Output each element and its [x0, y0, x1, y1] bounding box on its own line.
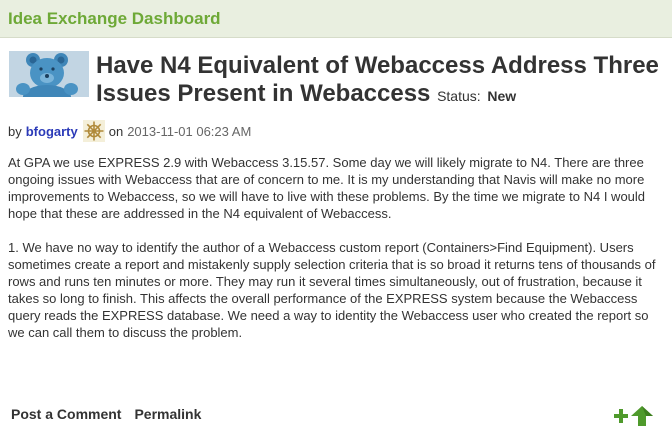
post-date: 2013-11-01 06:23 AM — [127, 123, 252, 139]
plus-arrow-icon[interactable] — [612, 402, 654, 428]
header-bar: Idea Exchange Dashboard — [0, 0, 672, 38]
teddy-bear-avatar-icon — [9, 51, 89, 97]
post-body: At GPA we use EXPRESS 2.9 with Webaccess… — [8, 154, 663, 358]
author-link[interactable]: bfogarty — [26, 124, 78, 139]
post-title: Have N4 Equivalent of Webaccess Address … — [96, 52, 666, 110]
post-comment-link[interactable]: Post a Comment — [11, 406, 121, 422]
byline: by bfogarty on 2013-11-01 06:23 AM — [8, 120, 251, 142]
status-value: New — [487, 88, 517, 104]
dashboard-title-link[interactable]: Idea Exchange Dashboard — [8, 9, 221, 29]
byline-prefix: by — [8, 123, 22, 139]
ship-wheel-icon — [82, 120, 105, 142]
date-prefix: on — [108, 123, 124, 139]
status-label: Status: — [437, 88, 481, 104]
body-paragraph: At GPA we use EXPRESS 2.9 with Webaccess… — [8, 155, 646, 221]
footer-links: Post a Comment Permalink — [11, 406, 201, 422]
body-paragraph: 1. We have no way to identify the author… — [8, 240, 656, 340]
permalink-link[interactable]: Permalink — [134, 406, 201, 422]
post-title-text: Have N4 Equivalent of Webaccess Address … — [96, 52, 659, 107]
author-avatar[interactable] — [9, 51, 89, 97]
